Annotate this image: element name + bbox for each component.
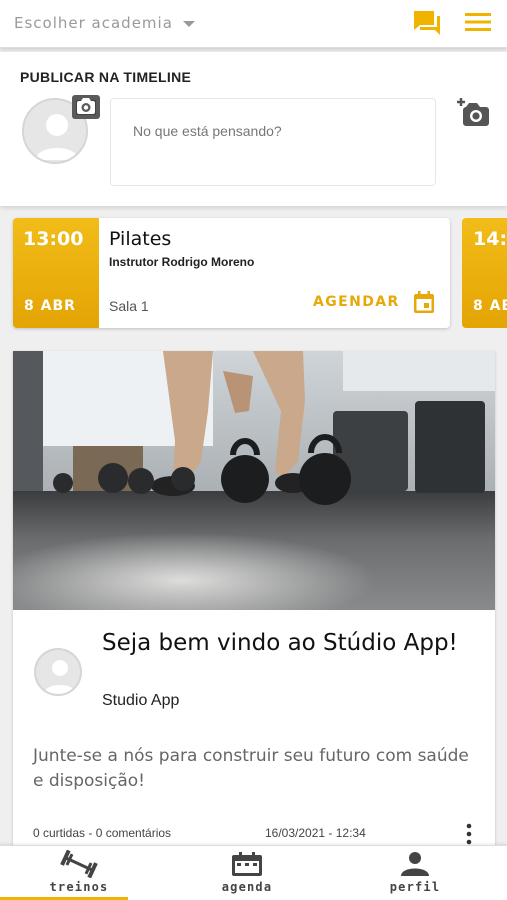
post-date: 16/03/2021 - 12:34 [265, 826, 366, 840]
class-card[interactable]: 13:00 8 ABR Pilates Instrutor Rodrigo Mo… [13, 218, 450, 328]
person-placeholder-icon [44, 660, 76, 694]
post-body: Junte-se a nós para construir seu futuro… [33, 746, 469, 791]
academy-select[interactable]: Escolher academia [14, 14, 195, 32]
calendar-icon [413, 291, 434, 313]
bottom-navigation: treinos agenda perfil [0, 845, 507, 900]
dumbbell-icon [60, 850, 98, 878]
class-time: 13:00 [23, 228, 84, 250]
post-input-placeholder: No que está pensando? [133, 123, 282, 139]
timeline-post: Seja bem vindo ao Stúdio App! Studio App… [13, 351, 495, 851]
publish-title: PUBLICAR NA TIMELINE [20, 69, 192, 85]
add-photo-icon[interactable] [456, 97, 490, 127]
post-title: Seja bem vindo ao Stúdio App! [102, 630, 458, 656]
class-name: Pilates [109, 228, 172, 250]
publish-section: PUBLICAR NA TIMELINE No que está pensand… [0, 52, 507, 206]
camera-icon[interactable] [71, 94, 101, 120]
class-time-block: 13:00 8 ABR [13, 218, 99, 328]
nav-label-perfil: perfil [389, 880, 441, 894]
class-date: 8 AB [473, 298, 507, 314]
person-icon [401, 852, 429, 876]
nav-item-treinos[interactable]: treinos [0, 846, 158, 900]
calendar-icon [232, 852, 262, 876]
schedule-button[interactable]: AGENDAR [313, 290, 436, 314]
class-date: 8 ABR [24, 298, 76, 314]
nav-label-treinos: treinos [49, 880, 109, 894]
schedule-button-label: AGENDAR [313, 294, 400, 310]
academy-select-label: Escolher academia [14, 14, 173, 32]
nav-label-agenda: agenda [221, 880, 273, 894]
menu-icon[interactable] [464, 11, 492, 33]
post-author: Studio App [102, 692, 180, 709]
post-text-input[interactable]: No que está pensando? [110, 98, 436, 186]
class-time: 14:0 [473, 228, 507, 250]
more-vert-icon[interactable] [466, 823, 472, 845]
nav-item-perfil[interactable]: perfil [336, 846, 494, 900]
post-image [13, 351, 495, 610]
class-card-next[interactable]: 14:0 8 AB [462, 218, 507, 328]
post-stats[interactable]: 0 curtidas - 0 comentários [33, 826, 171, 840]
top-app-bar: Escolher academia [0, 0, 507, 48]
post-author-avatar[interactable] [34, 648, 82, 696]
chat-icon[interactable] [412, 9, 442, 37]
class-room: Sala 1 [109, 298, 149, 314]
nav-item-agenda[interactable]: agenda [168, 846, 326, 900]
class-instructor: Instrutor Rodrigo Moreno [109, 255, 255, 269]
chevron-down-icon [182, 21, 195, 27]
